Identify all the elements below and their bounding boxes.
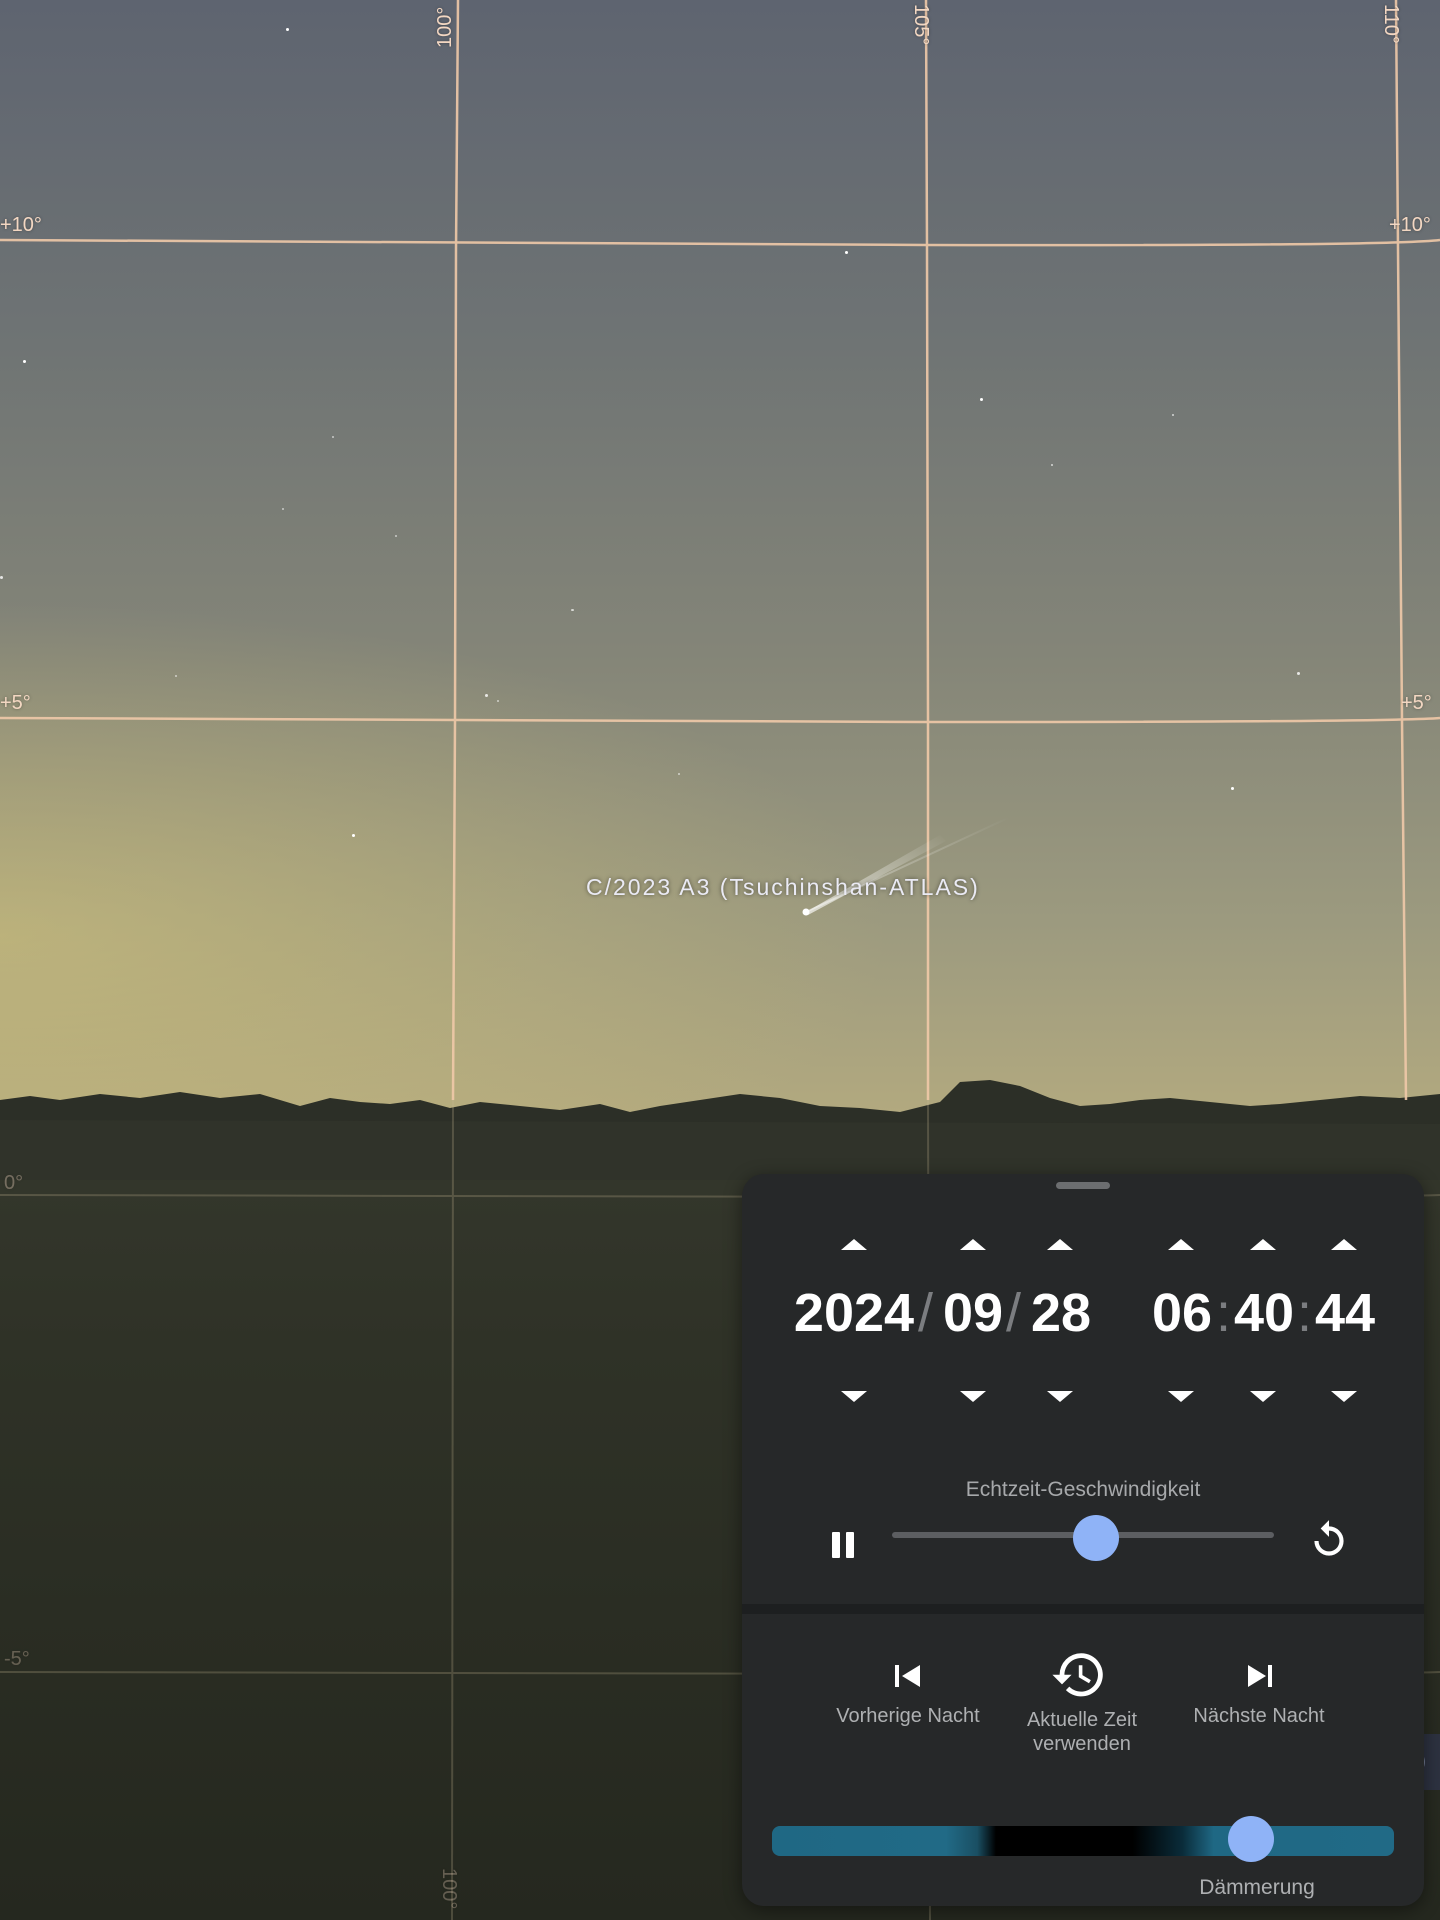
star[interactable] xyxy=(0,576,3,579)
previous-night-button[interactable]: Vorherige Nacht xyxy=(818,1644,998,1784)
time-panel: 2024 / 09 / 28 06 : 40 : 44 Echtzeit-Ges… xyxy=(742,1174,1424,1906)
star[interactable] xyxy=(1231,787,1234,790)
star[interactable] xyxy=(1051,464,1053,466)
skip-next-icon xyxy=(1248,1665,1272,1687)
star[interactable] xyxy=(282,508,284,510)
previous-night-label: Vorherige Nacht xyxy=(836,1705,980,1727)
next-night-label: Nächste Nacht xyxy=(1193,1705,1325,1727)
grid-line-dec-plus5 xyxy=(0,716,1440,724)
star[interactable] xyxy=(1172,414,1174,416)
use-current-time-label-line2: verwenden xyxy=(1033,1733,1131,1755)
hour-increment-button[interactable] xyxy=(1161,1224,1201,1264)
skip-previous-icon xyxy=(895,1665,920,1687)
grid-label-dec-plus5-left: +5° xyxy=(0,692,31,714)
reset-icon xyxy=(1314,1520,1344,1556)
month-value[interactable]: 09 xyxy=(938,1282,1008,1344)
star[interactable] xyxy=(395,535,397,537)
month-increment-button[interactable] xyxy=(953,1224,993,1264)
grid-label-dec-plus5-right: +5° xyxy=(1401,692,1432,714)
grid-label-ra-110: 110° xyxy=(1380,4,1402,44)
grid-label-dec-plus10-left: +10° xyxy=(0,214,42,236)
grid-label-ra-100-bottom: 100° xyxy=(438,1868,460,1910)
hour-decrement-button[interactable] xyxy=(1161,1376,1201,1416)
star[interactable] xyxy=(497,700,499,702)
next-night-button[interactable]: Nächste Nacht xyxy=(1169,1644,1349,1784)
day-value[interactable]: 28 xyxy=(1026,1282,1096,1344)
drag-handle[interactable] xyxy=(1056,1182,1110,1189)
grid-line-ra-100-lower xyxy=(451,1099,454,1920)
grid-label-dec-plus10-right: +10° xyxy=(1389,214,1431,236)
year-decrement-button[interactable] xyxy=(834,1376,874,1416)
day-increment-button[interactable] xyxy=(1040,1224,1080,1264)
year-increment-button[interactable] xyxy=(834,1224,874,1264)
grid-label-ra-105: 105° xyxy=(910,4,932,46)
star[interactable] xyxy=(845,251,848,254)
datetime-display: 2024 / 09 / 28 06 : 40 : 44 xyxy=(742,1282,1424,1352)
speed-slider-knob[interactable] xyxy=(1073,1515,1120,1561)
use-current-time-label-line1: Aktuelle Zeit xyxy=(1026,1709,1138,1731)
star[interactable] xyxy=(286,28,289,31)
grid-label-dec-zero-left: 0° xyxy=(4,1172,24,1194)
twilight-slider-knob[interactable] xyxy=(1227,1816,1274,1862)
second-increment-button[interactable] xyxy=(1324,1224,1364,1264)
minute-increment-button[interactable] xyxy=(1243,1224,1283,1264)
grid-line-dec-plus10 xyxy=(0,238,1440,247)
star[interactable] xyxy=(1297,672,1300,675)
use-current-time-button[interactable]: Aktuelle Zeit verwenden xyxy=(992,1644,1172,1784)
day-decrement-button[interactable] xyxy=(1040,1376,1080,1416)
star[interactable] xyxy=(485,694,488,697)
star[interactable] xyxy=(678,773,680,775)
pause-button[interactable] xyxy=(818,1518,870,1570)
twilight-slider-track[interactable] xyxy=(772,1826,1394,1856)
second-decrement-button[interactable] xyxy=(1324,1376,1364,1416)
date-separator: / xyxy=(1006,1283,1022,1343)
minute-value[interactable]: 40 xyxy=(1229,1282,1299,1344)
star[interactable] xyxy=(23,360,26,363)
year-value[interactable]: 2024 xyxy=(789,1282,919,1344)
hour-value[interactable]: 06 xyxy=(1147,1282,1217,1344)
section-divider xyxy=(742,1604,1424,1614)
date-separator: / xyxy=(918,1283,934,1343)
grid-line-ra-100 xyxy=(451,0,460,1101)
grid-label-dec-minus5-left: -5° xyxy=(4,1648,30,1670)
second-value[interactable]: 44 xyxy=(1310,1282,1380,1344)
star[interactable] xyxy=(175,675,177,677)
pause-icon xyxy=(846,1532,854,1558)
star[interactable] xyxy=(980,398,983,401)
grid-label-ra-100: 100° xyxy=(434,6,456,48)
star[interactable] xyxy=(571,609,574,611)
month-decrement-button[interactable] xyxy=(953,1376,993,1416)
speed-label: Echtzeit-Geschwindigkeit xyxy=(965,1478,1201,1501)
star[interactable] xyxy=(332,436,334,438)
comet-tail[interactable] xyxy=(790,805,1030,925)
grid-line-ra-110 xyxy=(1394,0,1408,1101)
pause-icon xyxy=(832,1532,840,1558)
reset-speed-button[interactable] xyxy=(1304,1516,1354,1566)
star[interactable] xyxy=(352,834,355,837)
twilight-label: Dämmerung xyxy=(1199,1876,1315,1899)
grid-line-ra-105 xyxy=(924,0,930,1100)
comet-label[interactable]: C/2023 A3 (Tsuchinshan-ATLAS) xyxy=(586,874,980,901)
minute-decrement-button[interactable] xyxy=(1243,1376,1283,1416)
history-icon xyxy=(1052,1653,1103,1697)
